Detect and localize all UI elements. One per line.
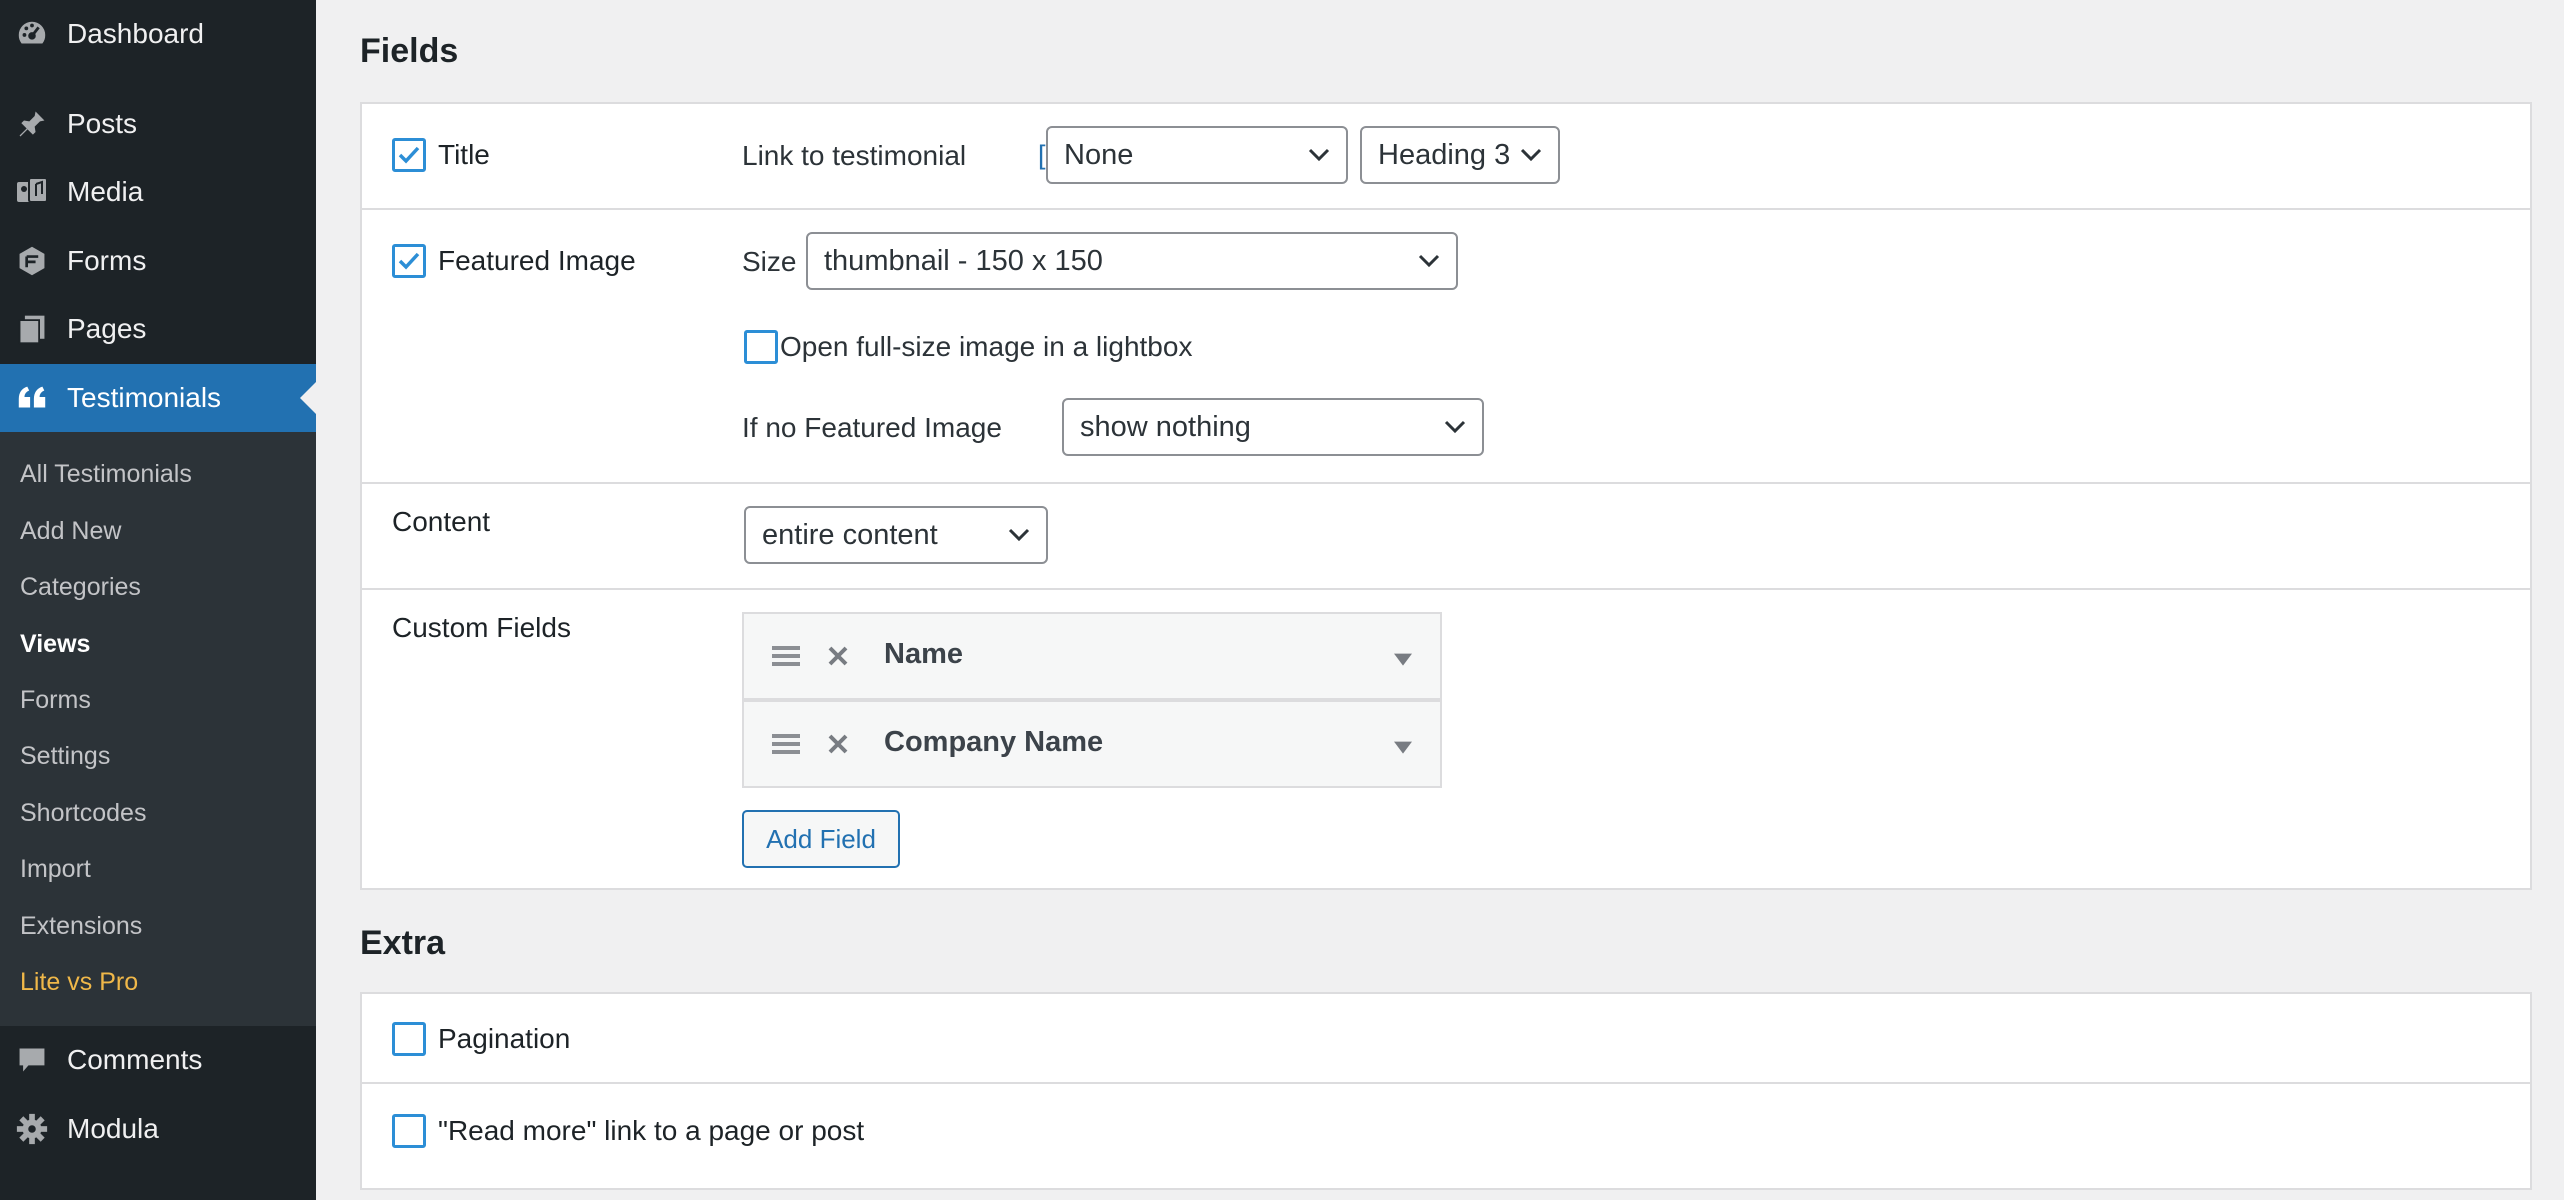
link-to-testimonial-select[interactable]: None (1046, 126, 1348, 184)
comments-icon (14, 1042, 50, 1078)
submenu-views[interactable]: Views (20, 630, 90, 659)
submenu-lite-vs-pro[interactable]: Lite vs Pro (20, 968, 138, 997)
custom-field-item[interactable]: Company Name (742, 700, 1442, 788)
checkmark-icon (398, 252, 420, 270)
menu-label-modula: Modula (67, 1113, 159, 1144)
image-size-select[interactable]: thumbnail - 150 x 150 (806, 232, 1458, 290)
menu-item-comments[interactable]: Comments (0, 1026, 316, 1094)
drag-handle-icon[interactable] (770, 643, 802, 669)
title-checkbox[interactable] (392, 138, 426, 172)
size-label: Size (742, 246, 797, 277)
title-field-label[interactable]: Title (392, 138, 490, 172)
chevron-down-icon (1418, 254, 1440, 268)
pagination-label-text: Pagination (438, 1023, 571, 1054)
menu-label-testimonials: Testimonials (67, 382, 222, 413)
read-more-label-text: "Read more" link to a page or post (438, 1115, 865, 1146)
chevron-down-icon (1444, 420, 1466, 434)
menu-label-media: Media (67, 176, 144, 207)
submenu-settings[interactable]: Settings (20, 742, 110, 771)
pagination-option[interactable]: Pagination (392, 1022, 570, 1056)
menu-item-modula[interactable]: Modula (0, 1095, 316, 1163)
chevron-down-icon (1308, 148, 1330, 162)
submenu-shortcodes[interactable]: Shortcodes (20, 799, 146, 828)
submenu-forms[interactable]: Forms (20, 686, 91, 715)
chevron-down-icon (1008, 528, 1030, 542)
link-to-testimonial-label: Link to testimonial (742, 140, 967, 171)
menu-label-pages: Pages (67, 313, 147, 344)
no-featured-image-label: If no Featured Image (742, 412, 1002, 443)
menu-label-dashboard: Dashboard (67, 18, 204, 49)
admin-sidebar: Dashboard Posts Media Forms Pages Testim… (0, 0, 316, 1200)
extra-heading: Extra (360, 924, 446, 962)
title-heading-select[interactable]: Heading 3 (1360, 126, 1560, 184)
remove-icon[interactable] (826, 644, 850, 668)
add-field-button[interactable]: Add Field (742, 810, 900, 868)
field-row-custom-fields: Custom Fields Name Company Name Add Fiel… (362, 590, 2530, 888)
remove-icon[interactable] (826, 732, 850, 756)
pagination-checkbox[interactable] (392, 1022, 426, 1056)
testimonials-submenu: All Testimonials Add New Categories View… (0, 432, 316, 1026)
fields-heading: Fields (360, 32, 459, 70)
featured-image-field-label[interactable]: Featured Image (392, 244, 636, 278)
submenu-extensions[interactable]: Extensions (20, 912, 142, 941)
forms-icon (14, 243, 50, 279)
menu-label-forms: Forms (67, 245, 147, 276)
menu-item-dashboard[interactable]: Dashboard (0, 0, 316, 68)
expand-triangle-icon[interactable] (1394, 741, 1412, 754)
submenu-import[interactable]: Import (20, 855, 91, 884)
link-select-value: None (1064, 138, 1134, 171)
field-row-featured-image: Featured Image Size thumbnail - 150 x 15… (362, 210, 2530, 484)
submenu-add-new[interactable]: Add New (20, 517, 121, 546)
submenu-all-testimonials[interactable]: All Testimonials (20, 460, 192, 489)
expand-triangle-icon[interactable] (1394, 653, 1412, 666)
extra-panel: Pagination "Read more" link to a page or… (360, 992, 2532, 1190)
checkmark-icon (398, 146, 420, 164)
pin-icon (14, 106, 50, 142)
menu-item-forms[interactable]: Forms (0, 227, 316, 295)
image-size-value: thumbnail - 150 x 150 (824, 244, 1103, 277)
featured-image-label-text: Featured Image (438, 245, 636, 276)
featured-image-checkbox[interactable] (392, 244, 426, 278)
menu-label-comments: Comments (67, 1044, 203, 1075)
no-featured-image-select[interactable]: show nothing (1062, 398, 1484, 456)
media-icon (14, 174, 50, 210)
custom-field-name: Name (884, 637, 963, 670)
fields-panel: Title Link to testimonial [?] None Headi… (360, 102, 2532, 890)
custom-field-name: Company Name (884, 725, 1104, 758)
content-label: Content (392, 506, 491, 537)
dashboard-icon (14, 16, 50, 52)
menu-item-pages[interactable]: Pages (0, 295, 316, 363)
drag-handle-icon[interactable] (770, 731, 802, 757)
lightbox-label-text: Open full-size image in a lightbox (780, 331, 1193, 362)
menu-item-testimonials[interactable]: Testimonials (0, 364, 316, 432)
menu-label-posts: Posts (67, 108, 138, 139)
custom-fields-label: Custom Fields (392, 612, 571, 643)
submenu-categories[interactable]: Categories (20, 573, 141, 602)
content-select-value: entire content (762, 518, 938, 551)
extra-row-read-more: "Read more" link to a page or post (362, 1084, 2530, 1188)
no-image-select-value: show nothing (1080, 410, 1251, 443)
extra-row-pagination: Pagination (362, 994, 2530, 1084)
chevron-down-icon (1520, 148, 1542, 162)
heading-select-value: Heading 3 (1378, 138, 1511, 171)
pages-icon (14, 311, 50, 347)
main-content: Fields Title Link to testimonial [?] Non… (316, 0, 2564, 1200)
custom-field-item[interactable]: Name (742, 612, 1442, 700)
menu-item-media[interactable]: Media (0, 158, 316, 226)
lightbox-option[interactable]: Open full-size image in a lightbox (744, 330, 1192, 364)
title-label-text: Title (438, 139, 490, 170)
lightbox-checkbox[interactable] (744, 330, 778, 364)
content-select[interactable]: entire content (744, 506, 1048, 564)
read-more-option[interactable]: "Read more" link to a page or post (392, 1114, 864, 1148)
field-row-content: Content entire content (362, 484, 2530, 590)
field-row-title: Title Link to testimonial [?] None Headi… (362, 104, 2530, 210)
gear-icon (14, 1111, 50, 1147)
menu-item-posts[interactable]: Posts (0, 90, 316, 158)
quote-icon (14, 380, 50, 416)
read-more-checkbox[interactable] (392, 1114, 426, 1148)
